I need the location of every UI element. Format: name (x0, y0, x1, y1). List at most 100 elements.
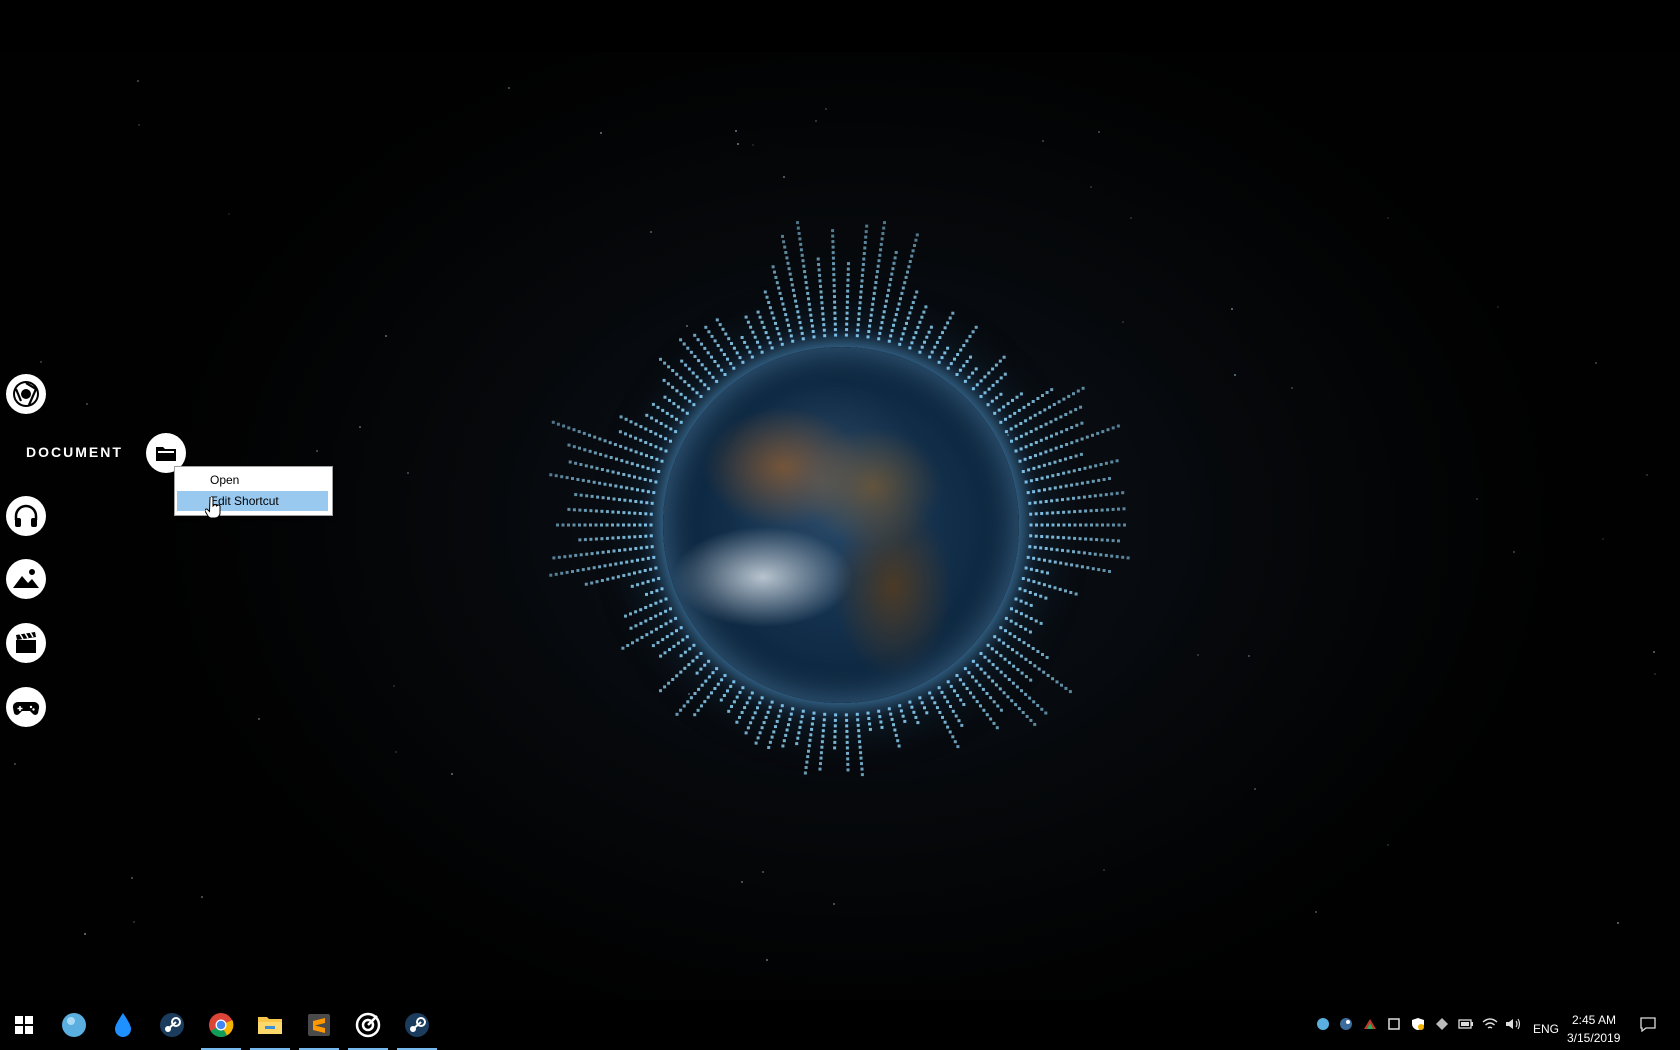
visualizer-dot (1100, 538, 1104, 542)
tray-time[interactable]: 2:45 AM (1572, 1013, 1616, 1027)
visualizer-dot (633, 475, 636, 479)
visualizer-dot (960, 723, 964, 727)
visualizer-dot (646, 466, 650, 470)
visualizer-dot (855, 334, 859, 338)
visualizer-dot (638, 570, 642, 574)
image-icon[interactable] (6, 559, 46, 599)
tray-battery-icon[interactable] (1458, 1016, 1474, 1032)
visualizer-dot (879, 248, 883, 252)
context-menu-open[interactable]: Open (177, 470, 328, 490)
visualizer-dot (954, 714, 958, 718)
gamepad-icon[interactable] (6, 687, 46, 727)
visualizer-dot (650, 501, 654, 505)
visualizer-dot (1039, 425, 1043, 429)
visualizer-dot (1028, 456, 1032, 459)
visualizer-dot (1039, 452, 1043, 456)
visualizer-dot (751, 330, 755, 334)
visualizer-dot (846, 762, 850, 766)
visualizer-dot (710, 355, 713, 359)
taskbar-app-file-explorer[interactable] (246, 1000, 294, 1050)
visualizer-dot (1014, 437, 1018, 441)
taskbar-app-chrome[interactable] (197, 1000, 245, 1050)
tray-wifi-icon[interactable] (1482, 1016, 1498, 1032)
visualizer-dot (699, 395, 703, 398)
chrome-icon[interactable] (6, 374, 46, 414)
tray-square-icon[interactable] (1386, 1016, 1402, 1032)
start-button[interactable] (0, 1000, 48, 1050)
taskbar-app-steam[interactable] (148, 1000, 196, 1050)
taskbar-app-sublime-text[interactable] (295, 1000, 343, 1050)
visualizer-dot (899, 709, 903, 713)
clapperboard-icon[interactable] (6, 623, 46, 663)
visualizer-dot (609, 456, 613, 459)
visualizer-dot (675, 629, 678, 633)
taskbar-app-droplet[interactable] (99, 1000, 147, 1050)
visualizer-dot (831, 245, 835, 249)
headphones-icon[interactable] (6, 496, 46, 536)
tray-nvidia-icon[interactable] (1362, 1016, 1378, 1032)
tray-steam-icon[interactable] (1338, 1016, 1354, 1032)
visualizer-dot (704, 367, 708, 371)
visualizer-dot (901, 714, 905, 718)
visualizer-dot (770, 311, 774, 315)
visualizer-dot (859, 290, 863, 294)
visualizer-dot (963, 667, 967, 671)
visualizer-dot (955, 674, 959, 677)
tray-security-shield-icon[interactable] (1410, 1016, 1426, 1032)
visualizer-dot (913, 244, 916, 247)
visualizer-dot (1122, 507, 1126, 511)
taskbar-app-blue-orb[interactable] (50, 1000, 98, 1050)
visualizer-dot (595, 580, 599, 584)
visualizer-dot (876, 264, 880, 268)
visualizer-dot (1026, 555, 1030, 559)
document-label[interactable]: DOCUMENT (26, 444, 123, 460)
context-menu-edit-shortcut[interactable]: Edit Shortcut (177, 491, 328, 511)
visualizer-dot (831, 256, 835, 260)
tray-date[interactable]: 3/15/2019 (1567, 1031, 1620, 1045)
visualizer-dot (795, 742, 799, 746)
visualizer-dot (832, 273, 836, 277)
visualizer-dot (1078, 537, 1082, 541)
visualizer-dot (1095, 508, 1099, 512)
visualizer-dot (995, 666, 999, 670)
visualizer-dot (1060, 430, 1064, 434)
visualizer-dot (956, 694, 960, 697)
visualizer-dot (740, 711, 744, 714)
visualizer-dot (845, 328, 849, 332)
tray-volume-icon[interactable] (1505, 1016, 1521, 1032)
visualizer-dot (860, 284, 863, 288)
visualizer-dot (1057, 523, 1060, 527)
visualizer-dot (999, 670, 1003, 674)
visualizer-dot (627, 523, 631, 527)
visualizer-dot (715, 667, 719, 671)
visualizer-dot (600, 468, 604, 471)
tray-language[interactable]: ENG (1533, 1022, 1559, 1036)
visualizer-dot (590, 494, 594, 498)
visualizer-dot (901, 286, 905, 290)
tray-blue-orb-icon[interactable] (1315, 1016, 1331, 1032)
notification-center-icon[interactable] (1640, 1016, 1656, 1032)
visualizer-dot (1080, 437, 1084, 441)
visualizer-dot (1033, 722, 1037, 726)
visualizer-dot (668, 648, 671, 652)
visualizer-dot (918, 320, 922, 324)
visualizer-dot (856, 323, 860, 327)
visualizer-dot (628, 499, 632, 503)
visualizer-dot (1074, 454, 1078, 458)
visualizer-dot (985, 692, 989, 695)
visualizer-dot (693, 333, 697, 337)
visualizer-dot (679, 670, 683, 674)
visualizer-dot (587, 479, 591, 483)
visualizer-dot (605, 536, 609, 540)
taskbar-app-steam-2[interactable] (393, 1000, 441, 1050)
visualizer-dot (689, 350, 693, 354)
visualizer-dot (956, 745, 960, 749)
visualizer-dot (878, 253, 882, 257)
visualizer-dot (809, 733, 813, 737)
visualizer-dot (823, 712, 827, 716)
taskbar-app-target[interactable] (344, 1000, 392, 1050)
visualizer-dot (1075, 423, 1079, 427)
tray-diamond-icon[interactable] (1434, 1016, 1450, 1032)
visualizer-dot (940, 690, 944, 694)
visualizer-dot (641, 465, 645, 469)
